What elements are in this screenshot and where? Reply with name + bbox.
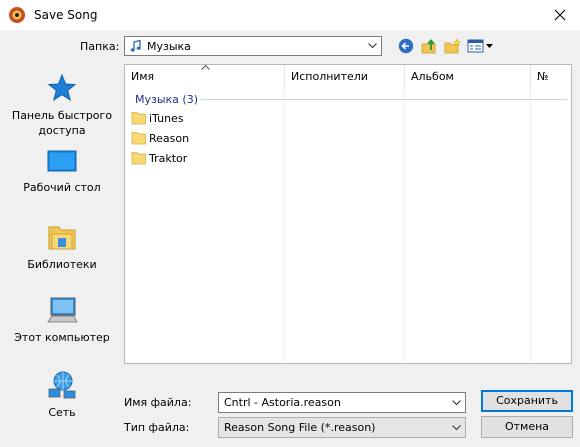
places-bar: Панель быстрого доступа Рабочий стол Биб… <box>4 64 120 430</box>
file-name: Traktor <box>149 152 188 165</box>
save-button[interactable]: Сохранить <box>481 390 573 412</box>
column-label: № <box>537 70 549 83</box>
lookin-dropdown-button[interactable] <box>364 37 381 55</box>
star-icon <box>47 73 77 102</box>
network-icon <box>48 371 76 399</box>
back-button[interactable] <box>397 37 415 55</box>
folder-icon <box>131 132 146 145</box>
filetype-select[interactable]: Reason Song File (*.reason) <box>218 417 466 438</box>
computer-icon <box>47 297 78 323</box>
close-icon <box>554 9 566 21</box>
file-list[interactable]: Имя Исполнители Альбом № Музыка (3) iTun… <box>124 64 572 364</box>
music-note-icon <box>130 39 141 52</box>
group-header[interactable]: Музыка (3) <box>135 93 198 106</box>
chevron-down-icon <box>368 43 377 49</box>
column-divider <box>530 89 531 363</box>
chevron-down-icon <box>452 424 461 430</box>
filetype-label: Тип файла: <box>124 421 190 434</box>
view-menu-button[interactable] <box>467 37 495 55</box>
new-folder-icon <box>444 37 461 53</box>
file-name: iTunes <box>149 112 184 125</box>
column-header-number[interactable]: № <box>531 65 571 89</box>
reason-app-icon <box>9 7 25 23</box>
column-header-artists[interactable]: Исполнители <box>285 65 405 89</box>
column-label: Исполнители <box>291 70 368 83</box>
list-item[interactable]: iTunes <box>131 110 281 128</box>
place-this-pc[interactable]: Этот компьютер <box>4 294 120 345</box>
folder-icon <box>131 112 146 125</box>
close-button[interactable] <box>540 0 580 30</box>
place-desktop[interactable]: Рабочий стол <box>4 148 120 195</box>
filename-input[interactable]: Cntrl - Astoria.reason <box>218 392 466 413</box>
column-label: Имя <box>131 70 155 83</box>
place-label: Этот компьютер <box>14 331 110 344</box>
list-item[interactable]: Traktor <box>131 150 281 168</box>
filename-value: Cntrl - Astoria.reason <box>224 396 341 409</box>
libraries-icon <box>48 226 76 250</box>
filetype-dropdown-button[interactable] <box>448 418 465 437</box>
column-header-album[interactable]: Альбом <box>405 65 531 89</box>
place-libraries[interactable]: Библиотеки <box>4 221 120 272</box>
desktop-icon <box>47 150 77 172</box>
place-label: Панель быстрого доступа <box>11 109 113 137</box>
view-menu-icon <box>467 39 493 53</box>
lookin-label: Папка: <box>80 40 120 53</box>
folder-icon <box>131 152 146 165</box>
place-label: Библиотеки <box>27 258 97 271</box>
column-header-name[interactable]: Имя <box>125 65 285 89</box>
group-divider <box>201 99 567 100</box>
list-item[interactable]: Reason <box>131 130 281 148</box>
file-name: Reason <box>149 132 190 145</box>
cancel-button[interactable]: Отмена <box>481 416 573 438</box>
place-label: Рабочий стол <box>23 181 101 194</box>
up-folder-icon <box>421 38 435 53</box>
title-bar: Save Song <box>0 0 580 30</box>
up-folder-button[interactable] <box>420 37 438 55</box>
lookin-value: Музыка <box>147 40 191 53</box>
new-folder-button[interactable] <box>443 37 461 55</box>
sort-arrow-icon <box>201 65 210 70</box>
chevron-down-icon <box>452 399 461 405</box>
back-icon <box>398 38 414 54</box>
column-divider <box>404 89 405 363</box>
lookin-combobox[interactable]: Музыка <box>124 36 382 56</box>
column-label: Альбом <box>411 70 454 83</box>
filename-dropdown-button[interactable] <box>448 393 465 412</box>
filename-label: Имя файла: <box>124 396 192 409</box>
place-label: Сеть <box>48 406 76 419</box>
filetype-value: Reason Song File (*.reason) <box>224 421 376 434</box>
place-network[interactable]: Сеть <box>4 369 120 420</box>
window-title: Save Song <box>34 8 98 22</box>
column-divider <box>284 89 285 363</box>
place-quick-access[interactable]: Панель быстрого доступа <box>4 72 120 138</box>
